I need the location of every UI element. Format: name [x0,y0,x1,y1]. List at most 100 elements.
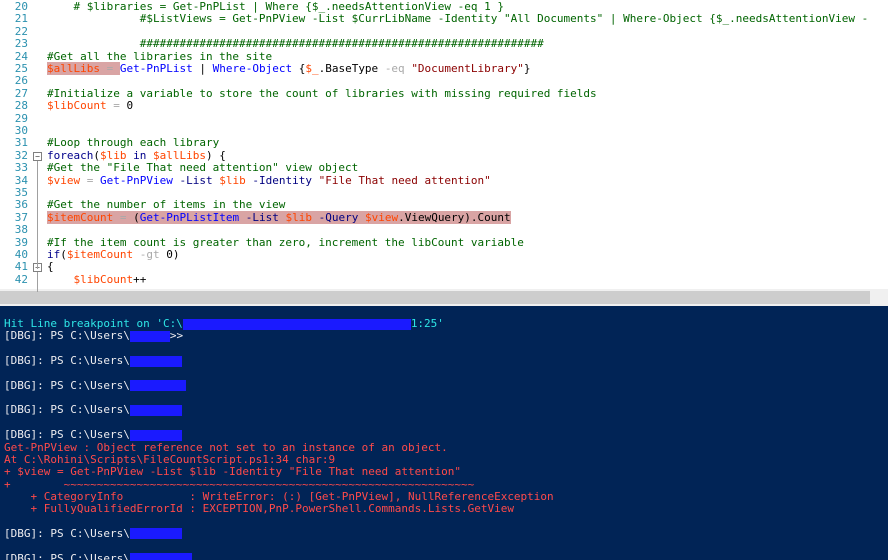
code-token: #Initialize a variable to store the coun… [47,86,597,100]
line-number: 35 [14,186,28,199]
console-line: Hit Line breakpoint on 'C:\ 1:25' [4,318,444,330]
console-text: + FullyQualifiedErrorId : EXCEPTION,PnP.… [4,502,514,516]
code-token: $lib [285,210,312,224]
console-text: + ~~~~~~~~~~~~~~~~~~~~~~~~~~~~~~~~~~~~~~… [4,477,475,491]
console-line: [DBG]: PS C:\Users\ [4,404,182,416]
line-number: 22 [14,24,28,38]
breakpoint-highlight: $allLibs [47,62,100,75]
code-line[interactable]: #$ListViews = Get-PnPView -List $CurrLib… [47,13,869,25]
console-text: [DBG]: PS C:\Users\ [4,403,130,417]
code-token: ########################################… [47,37,544,51]
console-text: [DBG]: PS C:\Users\ [4,428,130,442]
fold-toggle-foreach[interactable]: − [33,151,42,161]
code-token: } [523,62,531,75]
script-editor-pane[interactable]: 20 21 22 23 24 25 26 27 28 29 30 31 32 33 34 35 36 37 38 39… [0,0,888,306]
code-line[interactable]: foreach($lib in $allLibs) { [47,148,226,162]
redaction-block [129,380,186,392]
code-line[interactable]: #Get the "File That need attention" view… [47,162,358,174]
code-token: $lib [99,148,127,162]
console-line: [DBG]: PS C:\Users\ [4,526,182,540]
code-token: $itemCount [47,210,114,224]
line-number: 34 [14,173,28,187]
breakpoint-highlight: $itemCount = (Get-PnPListItem -List $lib… [47,210,511,224]
code-token: { [47,260,54,274]
console-text: [DBG]: PS C:\Users\ [4,551,130,560]
console-line: + FullyQualifiedErrorId : EXCEPTION,PnP.… [4,502,514,516]
code-token: .ViewQuery).Count [398,210,511,224]
line-number: 26 [14,74,28,88]
code-token: $itemCount [66,248,134,261]
code-line[interactable]: $libCount++ [47,272,147,286]
line-number: 24 [14,49,28,63]
horizontal-scrollbar-thumb[interactable] [0,291,870,304]
code-line[interactable]: $allLibs = Get-PnPList | Where-Object {$… [47,62,531,75]
redaction-block [129,404,182,416]
line-number: 38 [14,223,28,237]
code-token: = [80,173,100,187]
code-line[interactable]: if($itemCount -gt 0) [47,249,179,261]
code-token: ++ [133,272,147,286]
line-number: 29 [14,111,28,125]
redaction-block [182,318,411,330]
code-token: ( [60,248,67,261]
code-token: = [106,99,127,113]
code-line[interactable]: ########################################… [47,38,544,50]
line-number: 28 [14,99,28,113]
code-token: .BaseType [318,62,385,75]
console-line: + ~~~~~~~~~~~~~~~~~~~~~~~~~~~~~~~~~~~~~~… [4,477,475,491]
code-token: #Get the number of items in the view [47,198,286,212]
code-token: #Loop through each library [47,136,220,150]
code-line[interactable]: { [47,261,54,273]
console-text: Get-PnPView : Object reference not set t… [4,440,448,454]
code-line[interactable]: $libCount = 0 [47,100,133,112]
code-token: "File That need attention" [318,173,491,187]
redaction-block [129,330,170,342]
line-number: 36 [14,198,28,212]
console-text: [DBG]: PS C:\Users\ [4,526,130,540]
line-number: 33 [14,161,28,175]
code-line[interactable]: $itemCount = (Get-PnPListItem -List $lib… [47,210,511,224]
code-token: ( [93,148,100,162]
code-token: foreach [47,148,94,162]
console-text: [DBG]: PS C:\Users\ [4,378,130,392]
code-line[interactable]: #Initialize a variable to store the coun… [47,86,597,100]
code-line[interactable]: $view = Get-PnPView -List $lib -Identity… [47,173,491,187]
code-line[interactable]: #If the item count is greater than zero,… [47,236,524,249]
code-token: 0) [159,248,180,261]
console-line: + $view = Get-PnPView -List $lib -Identi… [4,466,461,478]
code-line[interactable]: # $libraries = Get-PnPList | Where {$_.n… [47,0,504,13]
code-line[interactable]: #Loop through each library [47,137,219,149]
code-line[interactable]: #Get all the libraries in the site [47,50,272,63]
console-pane[interactable]: Hit Line breakpoint on 'C:\ 1:25' [DBG]: P… [0,306,888,560]
fold-guide-line [37,272,38,293]
code-token: in [133,148,147,162]
code-token: -Query [318,210,359,224]
code-token: $view [47,173,81,187]
console-line: At C:\Rohini\Scripts\FileCountScript.ps1… [4,453,335,466]
code-token: $allLibs [152,148,206,162]
console-text: [DBG]: PS C:\Users\ [4,354,130,368]
console-line: Get-PnPView : Object reference not set t… [4,440,448,454]
line-number: 32 [14,148,28,162]
line-number: 20 [14,0,28,13]
horizontal-scrollbar[interactable] [0,289,888,306]
redaction-block [129,429,182,441]
code-token: = [113,210,134,224]
code-token: # $libraries = Get-PnPList | Where {$_.n… [47,0,504,13]
console-line: [DBG]: PS C:\Users\ [4,378,186,392]
console-line: [DBG]: PS C:\Users\ >> [4,330,183,342]
console-text: >> [169,329,184,343]
console-line: + CategoryInfo : WriteError: (:) [Get-Pn… [4,490,553,503]
line-number: 21 [14,12,28,26]
line-number: 40 [14,248,28,261]
code-token: $libCount [73,272,134,286]
console-text: Hit Line breakpoint on 'C:\ [4,317,183,330]
redaction-block [129,553,192,560]
line-number: 30 [14,124,28,137]
code-line[interactable]: #Get the number of items in the view [47,199,285,211]
